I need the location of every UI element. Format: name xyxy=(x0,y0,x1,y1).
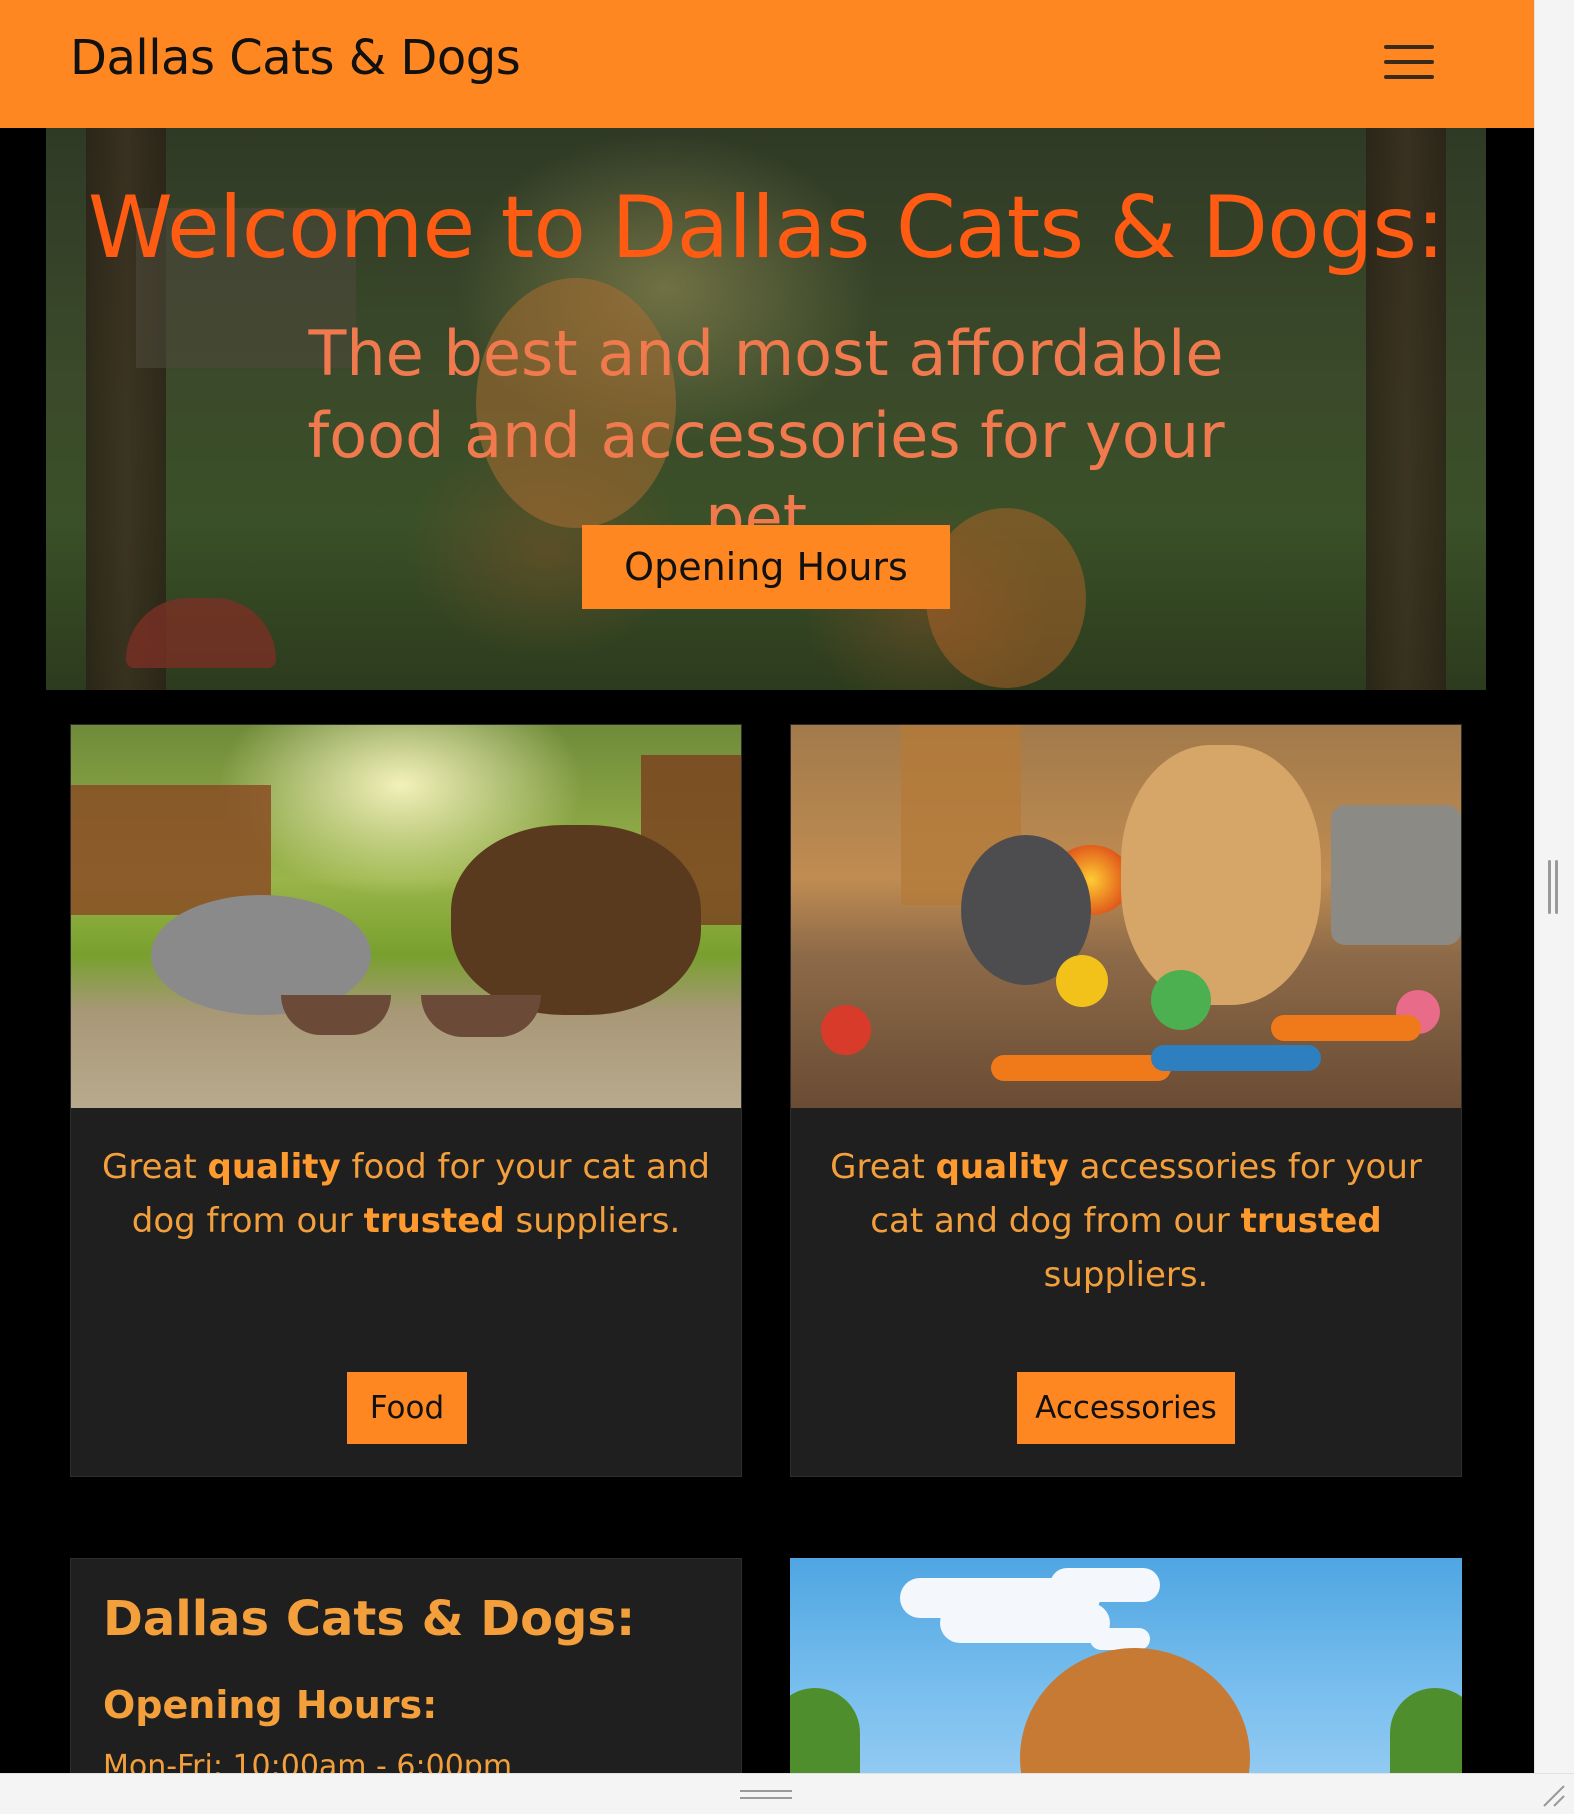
food-button[interactable]: Food xyxy=(347,1372,467,1444)
resize-corner-icon[interactable] xyxy=(1540,1782,1566,1808)
drag-handle-icon[interactable] xyxy=(740,1790,792,1800)
opening-hours-button[interactable]: Opening Hours xyxy=(582,525,950,609)
scrollbar-grip-icon[interactable] xyxy=(1548,860,1560,914)
accessories-card-image xyxy=(791,725,1461,1108)
food-card-text: Great quality food for your cat and dog … xyxy=(102,1147,710,1241)
puppy-image xyxy=(790,1558,1462,1773)
hero-banner: Welcome to Dallas Cats & Dogs: The best … xyxy=(46,128,1486,690)
accessories-card: Great quality accessories for your cat a… xyxy=(790,724,1462,1477)
opening-hours-heading: Opening Hours: xyxy=(103,1683,438,1727)
opening-hours-section: Dallas Cats & Dogs: Opening Hours: Mon-F… xyxy=(70,1558,742,1773)
page-viewport: Dallas Cats & Dogs Welcome to Dallas Cat… xyxy=(0,0,1534,1773)
hamburger-menu-icon[interactable] xyxy=(1384,42,1434,82)
brand-link[interactable]: Dallas Cats & Dogs xyxy=(70,30,521,86)
navbar: Dallas Cats & Dogs xyxy=(0,0,1534,128)
hero-title: Welcome to Dallas Cats & Dogs: xyxy=(87,178,1445,278)
food-card: Great quality food for your cat and dog … xyxy=(70,724,742,1477)
info-title: Dallas Cats & Dogs: xyxy=(103,1591,636,1647)
food-card-image xyxy=(71,725,741,1108)
accessories-button[interactable]: Accessories xyxy=(1017,1372,1235,1444)
accessories-card-text: Great quality accessories for your cat a… xyxy=(830,1147,1422,1295)
resize-bar xyxy=(0,1773,1574,1814)
hours-line: Mon-Fri: 10:00am - 6:00pm xyxy=(103,1749,513,1773)
hero-subtitle: The best and most affordable food and ac… xyxy=(307,317,1225,554)
